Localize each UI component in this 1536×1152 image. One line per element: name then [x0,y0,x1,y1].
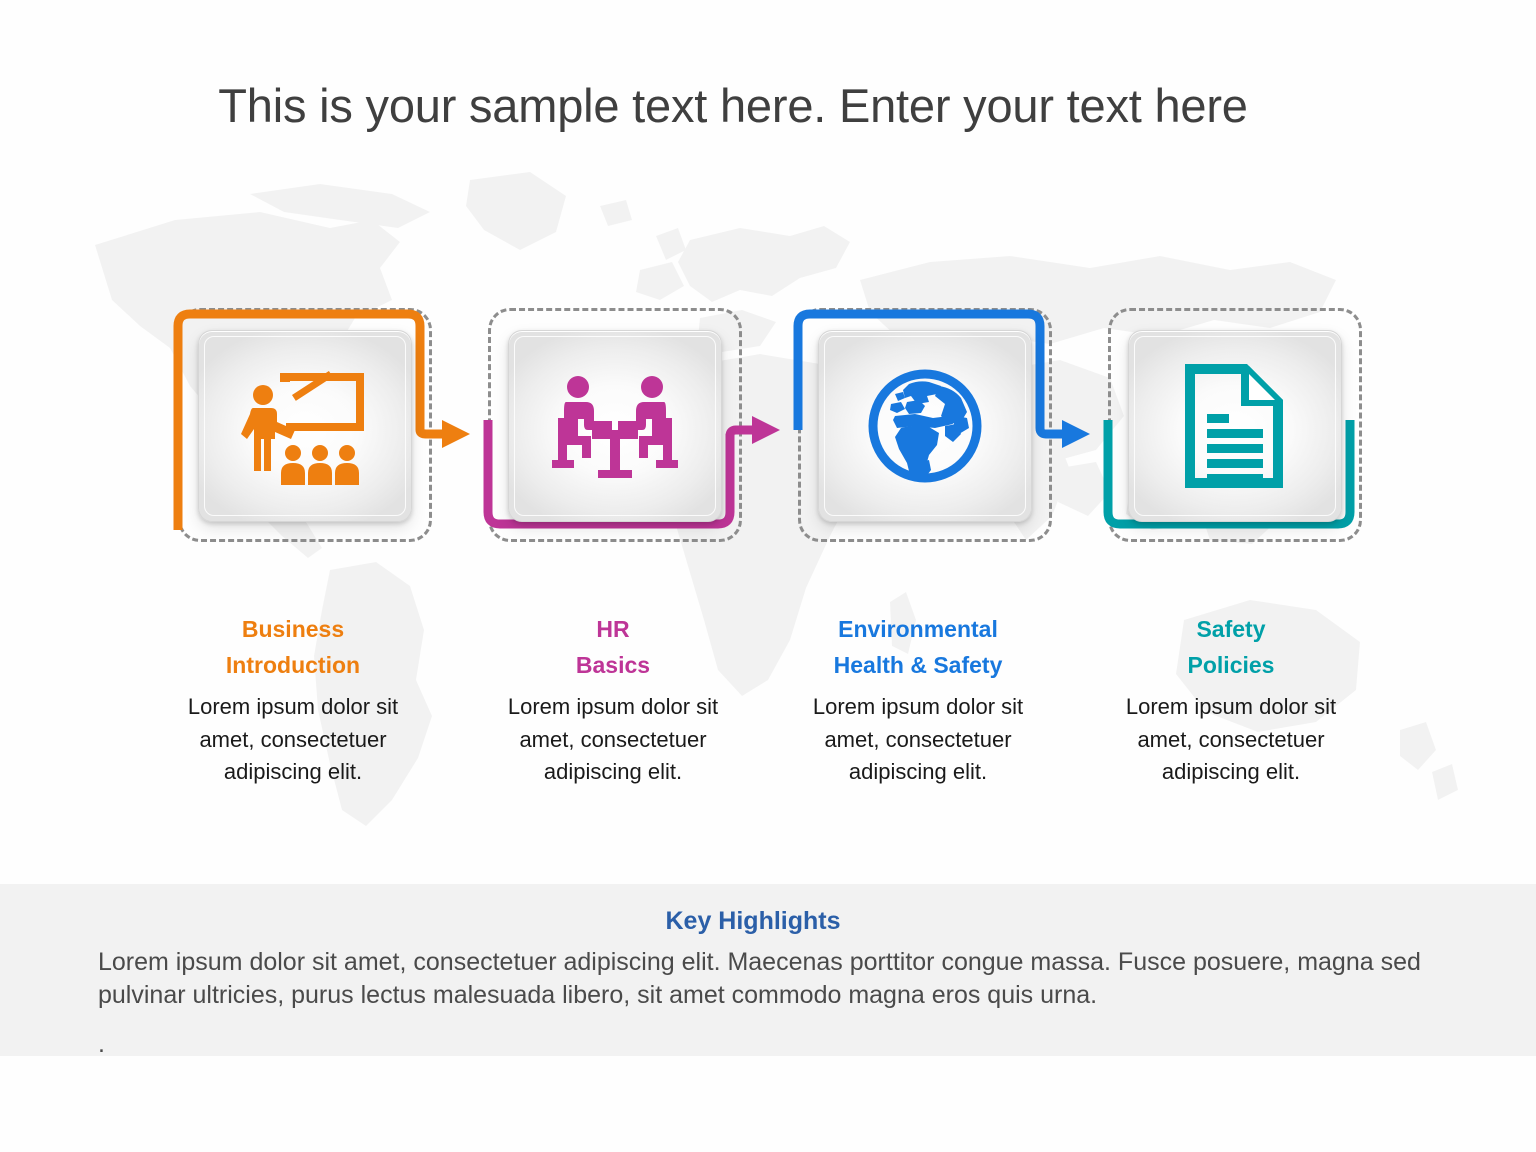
step-icon-tile [818,330,1032,522]
step-icon-tile [198,330,412,522]
step-heading-line2: Basics [575,651,651,678]
slide-canvas: This is your sample text here. Enter you… [0,0,1536,1152]
step-label-3: Environmental Health & Safety Lorem ipsu… [768,612,1068,788]
step-label-4: Safety Policies Lorem ipsum dolor sit am… [1081,612,1381,788]
key-highlights-trailing-mark: . [98,1030,105,1058]
process-step-3[interactable] [790,300,1090,550]
process-step-2[interactable] [480,300,780,550]
step-heading-line1: Environmental [838,616,998,642]
step-icon-tile [1128,330,1342,522]
step-heading-line1: Safety [1196,616,1266,642]
key-highlights-band: Key Highlights Lorem ipsum dolor sit ame… [0,884,1536,1058]
step-description-3: Lorem ipsum dolor sit amet, consectetuer… [812,694,1024,784]
process-steps-row [0,300,1536,570]
key-highlights-title: Key Highlights [665,907,841,935]
step-heading-2: HR Basics [463,612,763,683]
step-label-2: HR Basics Lorem ipsum dolor sit amet, co… [463,612,763,788]
step-heading-line2: Introduction [225,651,361,678]
step-heading-line1: HR [596,616,630,642]
step-description-1: Lorem ipsum dolor sit amet, consectetuer… [187,694,399,784]
page-title: This is your sample text here. Enter you… [218,79,1248,132]
key-highlights-body: Lorem ipsum dolor sit amet, consectetuer… [98,948,1421,1010]
people-meeting-table-icon [552,376,678,478]
step-heading-1: Business Introduction [143,612,443,683]
step-heading-line2: Policies [1187,651,1275,678]
presenter-classroom-icon [241,371,364,485]
process-step-4[interactable] [1100,300,1370,550]
step-heading-4: Safety Policies [1081,612,1381,683]
step-heading-line2: Health & Safety [833,651,1003,678]
step-icon-tile [508,330,722,522]
step-label-1: Business Introduction Lorem ipsum dolor … [143,612,443,788]
step-description-4: Lorem ipsum dolor sit amet, consectetuer… [1125,694,1337,784]
step-heading-line1: Business [241,616,345,642]
step-heading-3: Environmental Health & Safety [768,612,1068,683]
document-icon [1185,364,1283,488]
step-description-2: Lorem ipsum dolor sit amet, consectetuer… [507,694,719,784]
globe-icon [868,369,982,483]
process-step-1[interactable] [170,300,470,550]
